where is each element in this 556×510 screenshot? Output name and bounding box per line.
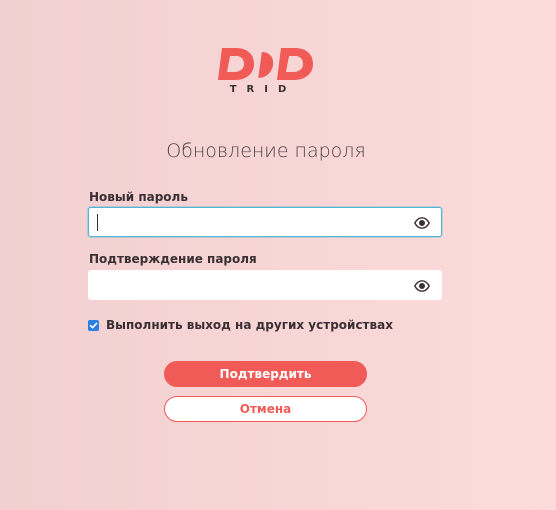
logout-other-devices-checkbox[interactable] [88, 319, 99, 331]
logo-mark-graphic [218, 48, 313, 80]
cancel-button[interactable]: Отмена [164, 396, 367, 422]
new-password-input[interactable] [95, 212, 405, 232]
submit-button[interactable]: Подтвердить [164, 361, 367, 387]
logout-other-devices-label: Выполнить выход на других устройствах [106, 318, 393, 332]
text-caret [97, 214, 98, 231]
new-password-label: Новый пароль [89, 190, 188, 204]
eye-icon[interactable] [414, 279, 430, 292]
logo-mark [218, 44, 318, 82]
checkmark-icon [89, 322, 98, 328]
trid-logo: TRID [218, 44, 318, 100]
logo-subtitle: TRID [229, 84, 297, 95]
confirm-password-field[interactable] [88, 270, 442, 300]
confirm-password-label: Подтверждение пароля [89, 252, 257, 266]
new-password-field[interactable] [88, 207, 442, 237]
eye-icon[interactable] [414, 216, 430, 229]
logout-other-devices-row[interactable]: Выполнить выход на других устройствах [88, 318, 393, 332]
page-title: Обновление пароля [166, 140, 366, 162]
confirm-password-input[interactable] [95, 275, 405, 295]
